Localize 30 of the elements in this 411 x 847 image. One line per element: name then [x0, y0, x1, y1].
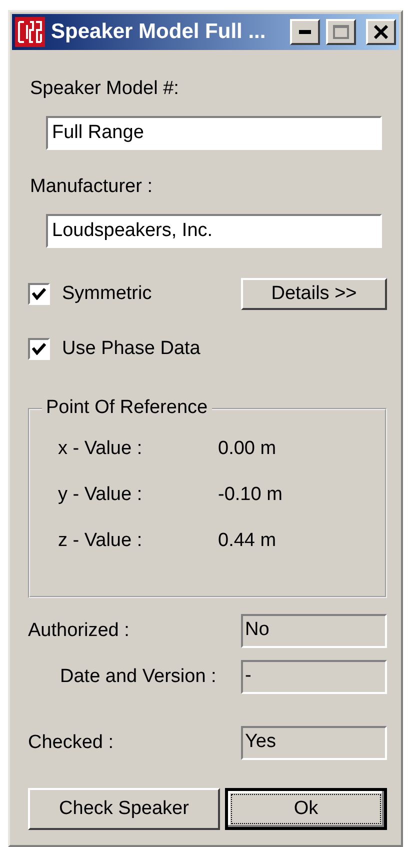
field-label: Date and Version : — [60, 666, 216, 688]
value-label: z - Value : — [58, 530, 144, 552]
close-icon — [374, 25, 388, 39]
app-logo-icon — [15, 17, 45, 47]
minimize-button[interactable] — [290, 19, 320, 45]
field-label: Manufacturer : — [30, 176, 154, 198]
field-label: Checked : — [28, 732, 114, 754]
value-label: y - Value : — [58, 484, 144, 506]
input-field[interactable]: Loudspeakers, Inc. — [46, 214, 382, 248]
value-text: 0.44 m — [218, 530, 278, 552]
value-text: -0.10 m — [218, 484, 284, 506]
details-button[interactable]: Details >> — [241, 278, 387, 310]
readonly-field: - — [241, 660, 387, 694]
check-icon — [32, 343, 46, 355]
value-label: x - Value : — [58, 438, 144, 460]
dialog-button[interactable]: Check Speaker — [28, 788, 220, 830]
field-label: Speaker Model #: — [30, 78, 180, 100]
check-icon — [32, 288, 46, 300]
field-label: Authorized : — [28, 620, 130, 642]
dialog-button[interactable]: Ok — [225, 788, 387, 830]
input-field[interactable]: Full Range — [46, 116, 382, 150]
window-title: Speaker Model Full ... — [51, 20, 267, 44]
readonly-field: Yes — [241, 726, 387, 760]
checkbox[interactable]: Symmetric — [28, 283, 152, 305]
checkbox[interactable]: Use Phase Data — [28, 338, 200, 360]
maximize-icon — [333, 25, 349, 39]
minimize-icon — [299, 30, 311, 34]
close-button[interactable] — [366, 19, 396, 45]
readonly-field: No — [241, 614, 387, 648]
value-text: 0.00 m — [218, 438, 278, 460]
